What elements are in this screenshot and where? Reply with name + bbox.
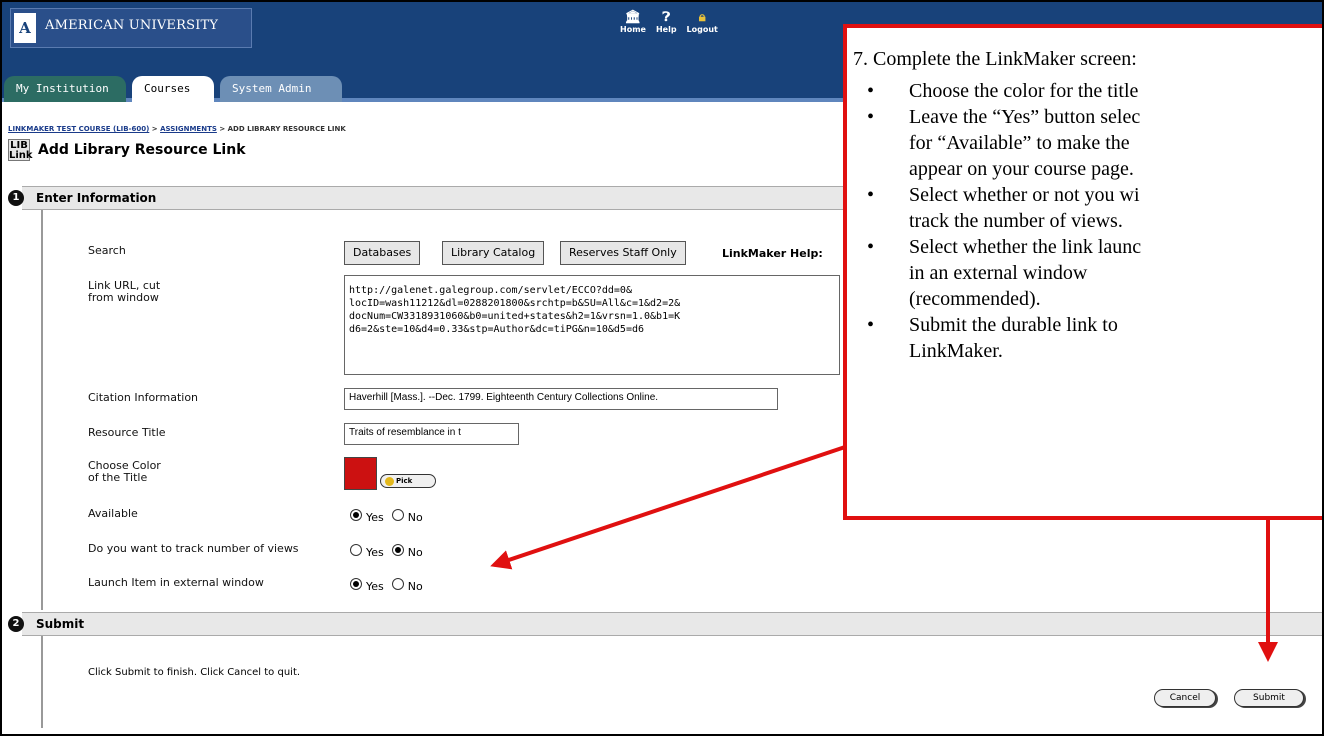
available-yes-radio[interactable] [350,508,362,521]
callout-bullet-list: Choose the color for the title Leave the… [867,78,1322,364]
section-title: Submit [36,617,85,631]
callout-bullet: Choose the color for the title [867,78,1322,104]
available-label: Available [88,507,138,520]
top-nav: 🏛︎ Home ❓︎ Help 🔒︎ Logout [620,10,718,34]
arrow-to-options [490,442,855,570]
section-title: Enter Information [36,191,157,205]
lock-icon: 🔒︎ [698,10,706,25]
submit-instructions: Click Submit to finish. Click Cancel to … [88,667,301,678]
track-no-radio[interactable] [391,543,404,556]
lib-link-icon: LIB Link [8,139,33,161]
radio-yes-label: Yes [366,546,384,559]
citation-input[interactable]: Haverhill [Mass.]. --Dec. 1799. Eighteen… [344,388,778,410]
step-number-icon: 2 [8,616,24,632]
page-title: Add Library Resource Link [38,142,246,158]
tab-courses[interactable]: Courses [132,76,214,102]
resource-title-input[interactable]: Traits of resemblance in t [344,423,519,445]
pick-color-button[interactable]: Pick [380,474,436,488]
tab-system-admin[interactable]: System Admin [220,76,342,102]
help-icon: ❓︎ [662,10,671,25]
instruction-callout: 7. Complete the LinkMaker screen: Choose… [843,24,1322,520]
home-icon: 🏛︎ [624,10,642,25]
available-radio-group: Yes No [350,508,427,524]
title-color-swatch[interactable] [344,457,377,490]
page-header: LIB Link Add Library Resource Link [8,139,246,161]
track-views-radio-group: Yes No [350,543,427,559]
breadcrumb: LINKMAKER TEST COURSE (LIB-600) > ASSIGN… [8,125,346,133]
screenshot-frame: A AMERICAN UNIVERSITY 🏛︎ Home ❓︎ Help 🔒︎… [0,0,1324,736]
callout-heading: 7. Complete the LinkMaker screen: [853,48,1137,70]
radio-no-label: No [407,580,423,593]
university-logo[interactable]: A AMERICAN UNIVERSITY [10,8,252,48]
url-label: Link URL, cut from window [88,279,161,304]
section-submit: 2 Submit [8,612,1322,636]
radio-no-label: No [407,511,423,524]
launch-yes-radio[interactable] [350,577,362,590]
callout-bullet: Submit the durable link to LinkMaker. [867,312,1322,364]
radio-yes-label: Yes [366,511,384,524]
logo-text: AMERICAN UNIVERSITY [45,18,219,33]
launch-external-radio-group: Yes No [350,577,427,593]
radio-yes-label: Yes [366,580,384,593]
breadcrumb-separator: > [219,125,226,133]
track-yes-radio[interactable] [350,543,362,556]
logout-link[interactable]: 🔒︎ Logout [687,10,718,34]
launch-external-label: Launch Item in external window [88,576,264,589]
home-link[interactable]: 🏛︎ Home [620,10,646,34]
radio-no-label: No [407,546,423,559]
home-label: Home [620,25,646,34]
linkmaker-help-label: LinkMaker Help: [722,247,823,260]
section-divider-line [41,636,43,728]
resource-title-label: Resource Title [88,426,166,439]
breadcrumb-assignments-link[interactable]: ASSIGNMENTS [160,125,217,133]
search-label: Search [88,244,126,257]
breadcrumb-current: ADD LIBRARY RESOURCE LINK [227,125,346,133]
logout-label: Logout [686,25,718,34]
step-number-icon: 1 [8,190,24,206]
help-link[interactable]: ❓︎ Help [656,10,677,34]
launch-no-radio[interactable] [391,577,404,590]
breadcrumb-course-link[interactable]: LINKMAKER TEST COURSE (LIB-600) [8,125,149,133]
section-divider-line [41,210,43,610]
citation-label: Citation Information [88,391,199,404]
choose-color-label: Choose Color of the Title [88,459,161,484]
reserves-staff-only-button[interactable]: Reserves Staff Only [560,241,686,265]
submit-button[interactable]: Submit [1234,689,1304,707]
available-no-radio[interactable] [391,508,404,521]
pick-icon [385,476,394,486]
library-catalog-button[interactable]: Library Catalog [442,241,545,265]
callout-bullet: Leave the “Yes” button selec for “Availa… [867,104,1322,182]
tab-my-institution[interactable]: My Institution [4,76,126,102]
logo-mark: A [14,13,36,43]
url-textarea[interactable]: http://galenet.galegroup.com/servlet/ECC… [344,275,840,375]
help-label: Help [655,25,677,34]
callout-bullet: Select whether or not you wi track the n… [867,182,1322,234]
cancel-button[interactable]: Cancel [1154,689,1216,707]
databases-button[interactable]: Databases [344,241,421,265]
breadcrumb-separator: > [151,125,158,133]
pick-label: Pick [396,477,413,485]
callout-bullet: Select whether the link launc in an exte… [867,234,1322,312]
track-views-label: Do you want to track number of views [88,542,299,555]
